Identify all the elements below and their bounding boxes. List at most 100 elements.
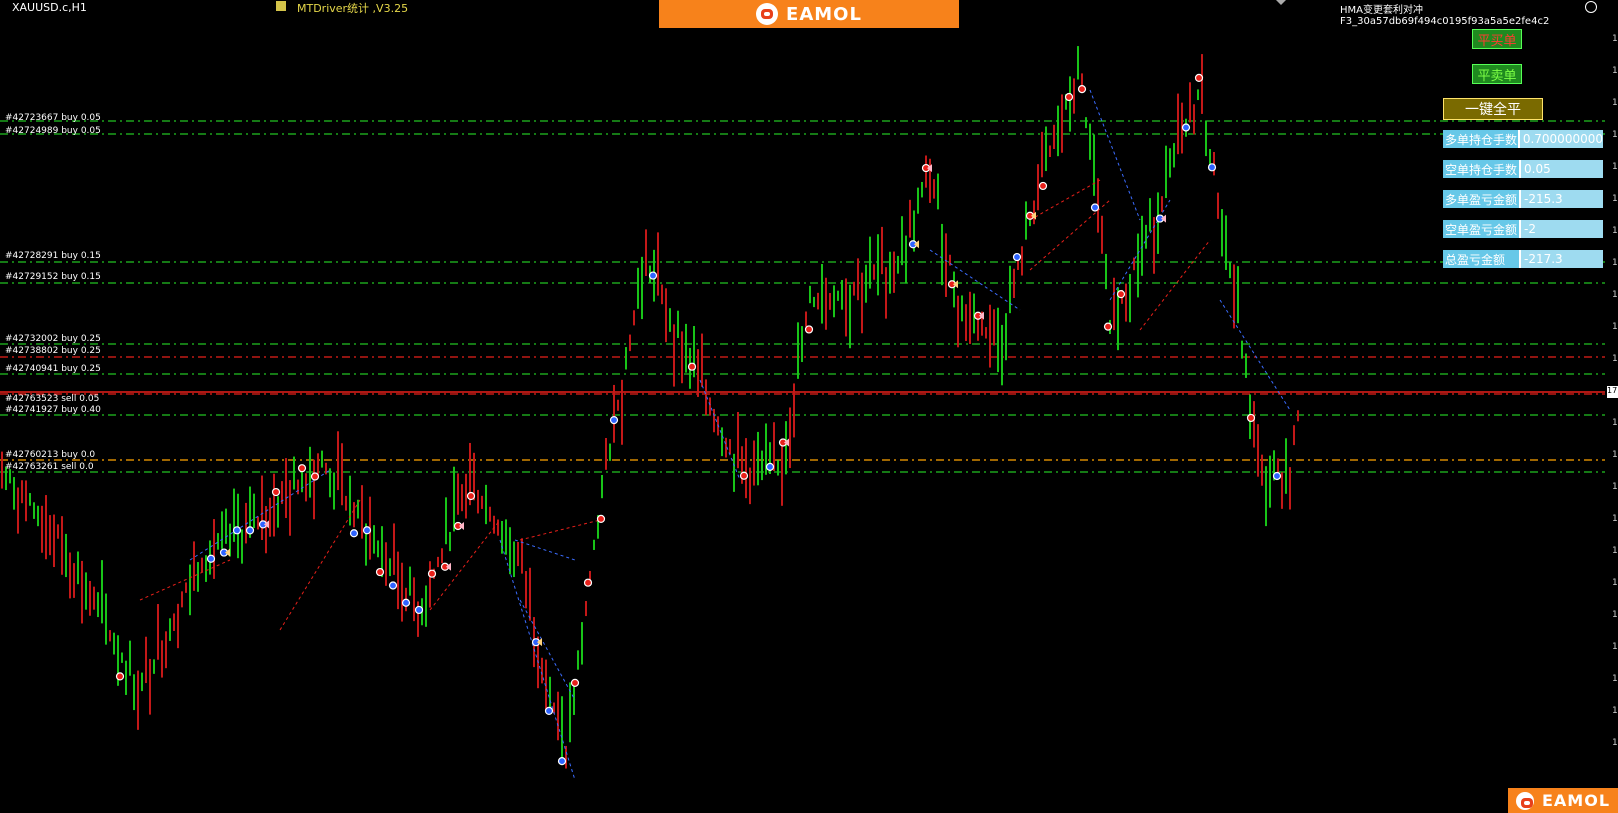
trade-marker: [414, 605, 424, 615]
logo-banner-bottom: EAMOL: [1508, 788, 1618, 813]
trade-marker: [1207, 163, 1217, 172]
trade-link-line: [139, 559, 231, 601]
stat-value: -2: [1521, 220, 1603, 238]
stat-label: 多单持仓手数: [1443, 130, 1520, 148]
trade-marker: [401, 598, 411, 607]
trade-marker: [1181, 123, 1191, 132]
y-axis-tick: 17: [1612, 546, 1618, 556]
stat-long-pnl: 多单盈亏金额 -215.3: [1443, 190, 1603, 208]
order-label[interactable]: #42763523 sell 0.05: [5, 394, 99, 404]
trade-marker: [1116, 290, 1126, 299]
order-label[interactable]: #42724989 buy 0.05: [5, 126, 101, 136]
order-label[interactable]: #42763261 sell 0.0: [5, 462, 94, 472]
ea-name-label: HMA变更套利对冲F3_30a57db69f494c0195f93a5a5e2f…: [1340, 5, 1550, 27]
trade-marker: [570, 678, 580, 687]
trade-link-line: [519, 599, 576, 701]
trade-link-line: [519, 519, 601, 541]
trade-marker: [1090, 203, 1100, 212]
y-axis-tick: 17: [1612, 354, 1618, 364]
y-axis-tick: 17: [1612, 642, 1618, 652]
close-buy-button[interactable]: 平买单: [1472, 29, 1522, 49]
order-label[interactable]: #42729152 buy 0.15: [5, 272, 101, 282]
trade-marker: [362, 526, 372, 535]
stat-short-lots: 空单持仓手数 0.05: [1443, 160, 1603, 178]
close-all-button[interactable]: 一键全平: [1443, 98, 1543, 120]
symbol-label: XAUUSD.c,H1: [12, 1, 87, 14]
trade-marker: [206, 554, 216, 563]
logo-icon: [756, 3, 779, 25]
trade-marker: [544, 706, 554, 716]
trade-marker: [1012, 252, 1022, 262]
stat-value: -215.3: [1521, 190, 1603, 208]
logo-text: EAMOL: [786, 3, 862, 25]
trade-link-line: [279, 499, 361, 631]
indicator-label: MTDriver统计 ,V3.25: [297, 2, 409, 15]
y-axis-tick: 17: [1612, 674, 1618, 684]
y-axis-tick: 18: [1612, 194, 1618, 204]
trade-marker: [1038, 181, 1048, 191]
order-label[interactable]: #42740941 buy 0.25: [5, 364, 101, 374]
close-sell-button[interactable]: 平卖单: [1472, 64, 1522, 84]
trade-marker: [1077, 85, 1087, 94]
trade-marker: [271, 487, 281, 497]
trade-marker: [466, 491, 476, 501]
stat-value: -217.3: [1521, 250, 1603, 268]
logo-text: EAMOL: [1541, 791, 1611, 810]
trade-marker: [1246, 413, 1256, 423]
logo-banner-top: EAMOL: [659, 0, 959, 28]
order-label[interactable]: #42728291 buy 0.15: [5, 251, 101, 261]
trade-marker: [388, 581, 398, 590]
stat-label: 多单盈亏金额: [1443, 190, 1521, 208]
trade-marker: [804, 325, 814, 334]
trade-marker: [648, 271, 658, 280]
y-axis-tick: 17: [1612, 578, 1618, 588]
order-label[interactable]: #42741927 buy 0.40: [5, 405, 101, 415]
y-axis-tick: 17: [1612, 514, 1618, 524]
trade-marker: [609, 415, 619, 425]
trade-marker: [765, 462, 775, 471]
trade-link-line: [514, 539, 576, 561]
y-axis-tick: 18: [1612, 66, 1618, 76]
y-axis-tick: 18: [1612, 162, 1618, 172]
trade-marker: [232, 526, 242, 535]
logo-icon: [1515, 791, 1534, 810]
trade-marker: [115, 672, 125, 681]
trade-marker: [375, 567, 385, 577]
indicator-toggle-icon[interactable]: [276, 1, 286, 11]
dropdown-arrow-icon[interactable]: [1276, 0, 1286, 5]
y-axis-tick: 18: [1612, 98, 1618, 108]
order-label[interactable]: #42732002 buy 0.25: [5, 334, 101, 344]
stat-short-pnl: 空单盈亏金额 -2: [1443, 220, 1603, 238]
current-price-tag: 17: [1607, 386, 1618, 398]
trade-link-line: [1139, 239, 1211, 331]
y-axis-tick: 17: [1612, 450, 1618, 460]
stat-total-pnl: 总盈亏金额 -217.3: [1443, 250, 1603, 268]
trade-marker: [1103, 322, 1113, 331]
y-axis-tick: 17: [1612, 418, 1618, 428]
trade-marker: [349, 529, 359, 538]
order-label[interactable]: #42738802 buy 0.25: [5, 346, 101, 356]
y-axis-tick: 17: [1612, 738, 1618, 748]
stat-label: 空单盈亏金额: [1443, 220, 1521, 238]
ea-smiley-icon: [1585, 1, 1597, 13]
y-axis-tick: 18: [1612, 258, 1618, 268]
trade-marker: [297, 464, 307, 473]
stat-long-lots: 多单持仓手数 0.700000000: [1443, 130, 1603, 148]
trade-marker: [583, 578, 593, 587]
stat-label: 总盈亏金额: [1443, 250, 1521, 268]
y-axis-tick: 18: [1612, 290, 1618, 300]
trade-marker: [557, 757, 567, 766]
trade-marker: [427, 569, 437, 578]
y-axis-tick: 18: [1612, 34, 1618, 44]
price-chart[interactable]: [0, 0, 1618, 813]
trade-marker: [310, 472, 320, 481]
stat-label: 空单持仓手数: [1443, 160, 1521, 178]
order-label[interactable]: #42760213 buy 0.0: [5, 450, 95, 460]
trade-marker: [245, 526, 255, 535]
trade-link-line: [429, 519, 501, 611]
y-axis-tick: 18: [1612, 322, 1618, 332]
trade-marker: [1064, 92, 1074, 102]
stat-value: 0.05: [1521, 160, 1603, 178]
order-label[interactable]: #42723667 buy 0.05: [5, 113, 101, 123]
trade-link-line: [1029, 199, 1111, 271]
